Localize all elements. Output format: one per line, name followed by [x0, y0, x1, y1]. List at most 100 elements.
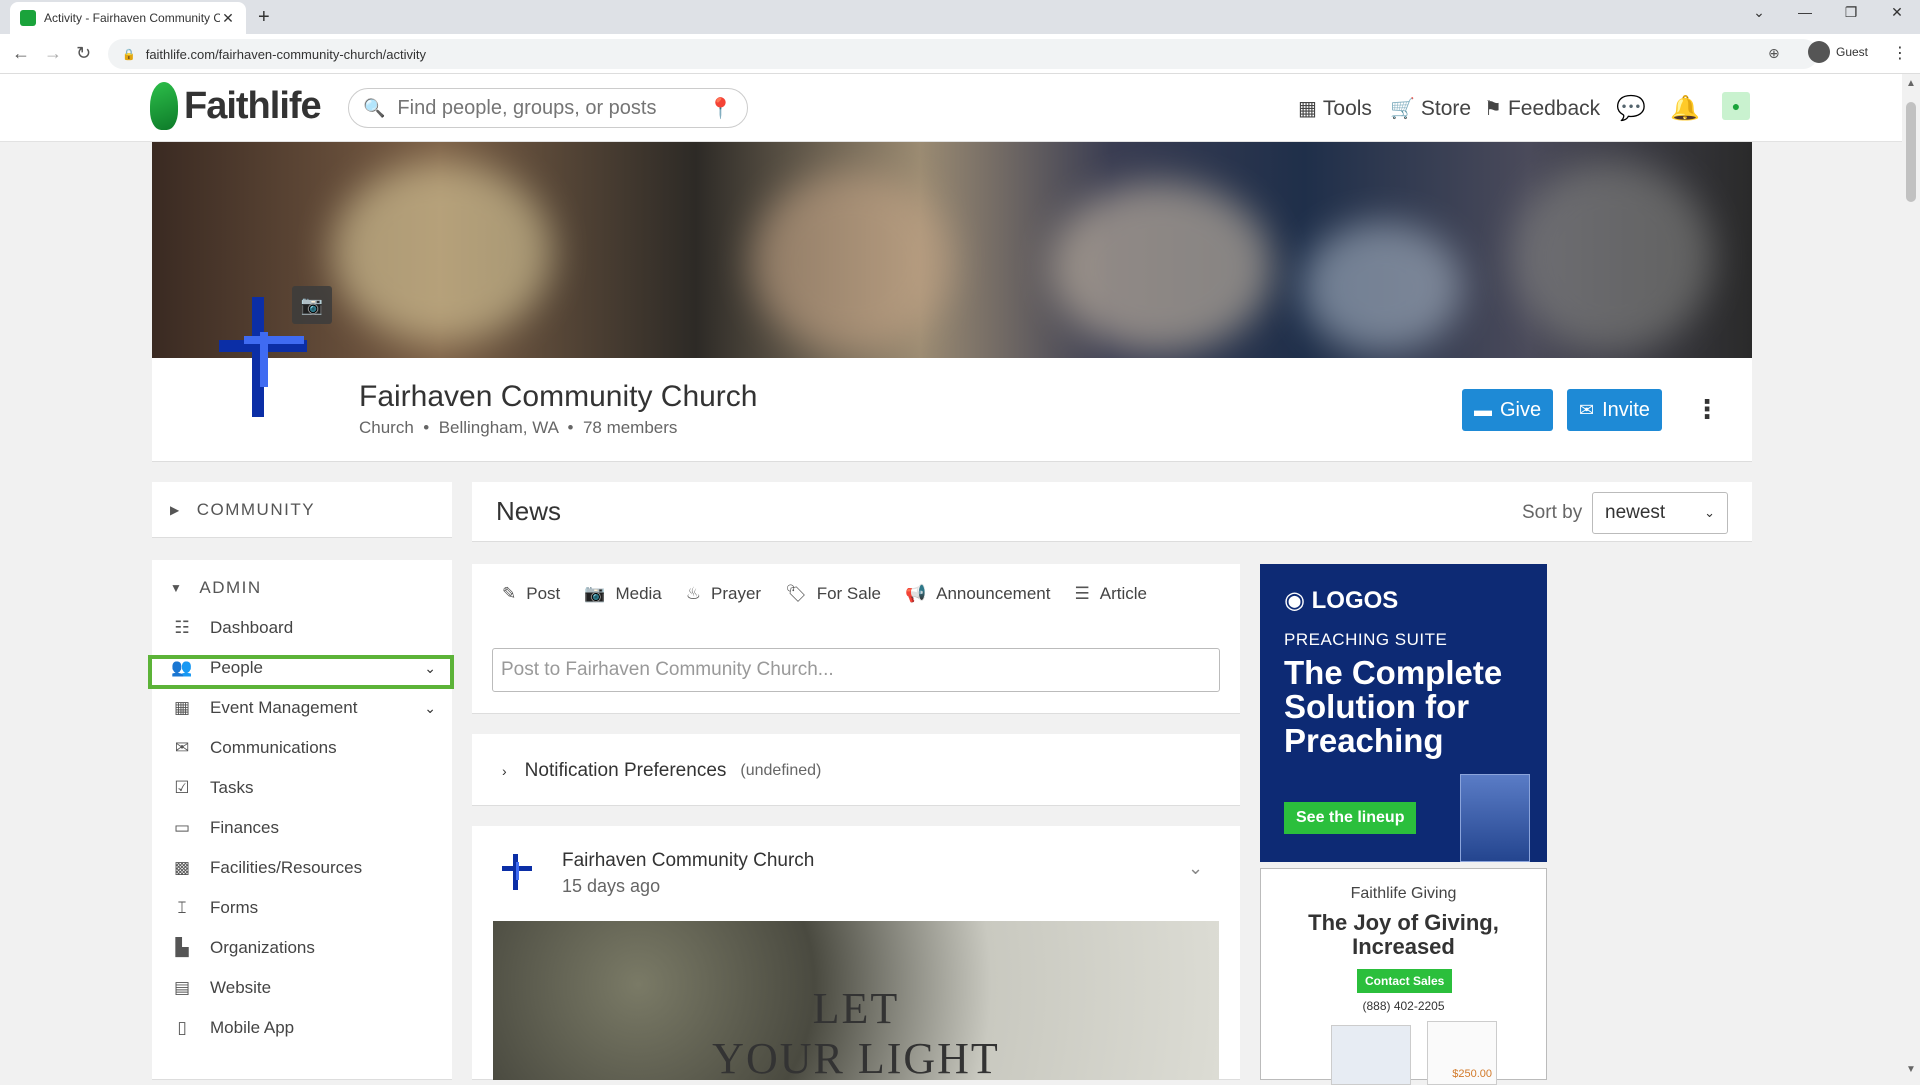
community-header[interactable]: ▶ COMMUNITY [170, 500, 315, 520]
search-box: 🔍 📍 [348, 88, 748, 128]
sidebar-item-forms[interactable]: 𝙸 Forms [152, 888, 452, 928]
post-composer-input[interactable]: Post to Fairhaven Community Church... [492, 648, 1220, 692]
post-type-label: Article [1099, 584, 1147, 603]
user-avatar[interactable]: ● [1722, 92, 1750, 120]
see-lineup-button[interactable]: See the lineup [1284, 802, 1417, 834]
tab-search-icon[interactable]: ⌄ [1736, 4, 1782, 21]
sidebar-item-dashboard[interactable]: ☷ Dashboard [152, 608, 452, 648]
scrollbar-thumb[interactable] [1906, 102, 1916, 202]
post-author[interactable]: Fairhaven Community Church [562, 850, 814, 872]
sidebar-item-label: Finances [210, 818, 279, 837]
reload-icon[interactable]: ↻ [76, 43, 91, 64]
change-cover-camera-icon[interactable]: 📷 [292, 286, 332, 324]
sidebar-item-label: Dashboard [210, 618, 294, 637]
more-options-icon[interactable]: ⋮ [1694, 394, 1720, 425]
notifications-bell-icon[interactable]: 🔔 [1670, 94, 1700, 123]
faithlife-logo[interactable]: Faithlife [150, 82, 322, 130]
invite-button[interactable]: ✉ Invite [1567, 389, 1662, 431]
sidebar-item-finances[interactable]: ▭ Finances [152, 808, 452, 848]
flag-icon: ⚑ [1484, 98, 1502, 120]
envelope-icon: ✉ [174, 738, 190, 757]
post-type-prayer[interactable]: ♨ Prayer [686, 584, 761, 604]
faithlife-giving-ad[interactable]: Faithlife Giving The Joy of Giving, Incr… [1260, 868, 1547, 1085]
post-type-post[interactable]: ✎ Post [502, 584, 560, 604]
notification-preferences-status: (undefined) [740, 762, 822, 779]
giving-amount: $250.00 [1452, 1068, 1492, 1080]
scroll-down-icon[interactable]: ▼ [1906, 1064, 1916, 1075]
contact-sales-button[interactable]: Contact Sales [1357, 969, 1453, 993]
browser-tab[interactable]: Activity - Fairhaven Community C ✕ [10, 2, 246, 34]
ad-headline: The Complete Solution for Preaching [1284, 654, 1503, 759]
community-section[interactable]: ▶ COMMUNITY [152, 482, 452, 538]
sidebar-item-label: Website [210, 978, 272, 997]
sidebar-item-tasks[interactable]: ☑ Tasks [152, 768, 452, 808]
logos-brand: ◉ LOGOS [1284, 587, 1399, 614]
nav-feedback-label: Feedback [1507, 96, 1601, 120]
url-field[interactable]: 🔒 faithlife.com/fairhaven-community-chur… [108, 39, 1818, 69]
sidebar-item-website[interactable]: ▤ Website [152, 968, 452, 1008]
church-meta: Church • Bellingham, WA • 78 members [359, 418, 677, 438]
building-grid-icon: ▩ [173, 858, 191, 877]
nav-tools[interactable]: ▦ Tools [1298, 96, 1372, 121]
give-label: Give [1500, 398, 1542, 421]
search-input[interactable] [397, 96, 709, 120]
nav-feedback[interactable]: ⚑ Feedback [1484, 96, 1600, 121]
sidebar-item-organizations[interactable]: ▙ Organizations [152, 928, 452, 968]
guest-avatar-icon [1808, 41, 1830, 63]
zoom-icon[interactable]: ⊕ [1768, 45, 1780, 62]
post-type-announcement[interactable]: 📢 Announcement [905, 584, 1051, 604]
messages-icon[interactable]: 💬 [1616, 94, 1646, 123]
community-label: COMMUNITY [196, 500, 316, 519]
location-pin-icon[interactable]: 📍 [708, 96, 733, 121]
give-button[interactable]: ▬ Give [1462, 389, 1554, 431]
sidebar-item-communications[interactable]: ✉ Communications [152, 728, 452, 768]
post-type-label: For Sale [816, 584, 881, 603]
url-text: faithlife.com/fairhaven-community-church… [145, 46, 427, 62]
restore-button[interactable]: ❐ [1828, 4, 1874, 21]
credit-card-icon: ▭ [173, 818, 191, 837]
chevron-down-icon[interactable]: ⌄ [424, 700, 436, 717]
admin-header[interactable]: ▼ ADMIN [170, 578, 262, 598]
sidebar-item-mobile-app[interactable]: ▯ Mobile App [152, 1008, 452, 1048]
forward-icon[interactable]: → [44, 43, 62, 64]
sidebar-item-label: Event Management [210, 698, 358, 717]
nav-tools-label: Tools [1322, 96, 1372, 120]
post-type-label: Prayer [711, 584, 762, 603]
sidebar-item-facilities-resources[interactable]: ▩ Facilities/Resources [152, 848, 452, 888]
tag-icon: 🏷 [785, 584, 807, 603]
sidebar-item-label: Forms [210, 898, 259, 917]
post-type-for-sale[interactable]: 🏷 For Sale [785, 584, 881, 604]
post-type-article[interactable]: ☰ Article [1074, 584, 1146, 604]
post-timestamp[interactable]: 15 days ago [562, 876, 660, 897]
post-author-avatar-icon[interactable] [500, 852, 534, 892]
page-scrollbar[interactable]: ▲ ▼ [1902, 74, 1920, 1080]
sidebar-item-label: Communications [210, 738, 337, 757]
logos-preaching-ad[interactable]: ◉ LOGOS PREACHING SUITE The Complete Sol… [1260, 564, 1547, 862]
member-count[interactable]: 78 members [583, 418, 677, 437]
notification-preferences-toggle[interactable]: › Notification Preferences (undefined) [502, 760, 821, 782]
sidebar-item-label: Facilities/Resources [210, 858, 363, 877]
nav-store[interactable]: 🛒 Store [1390, 96, 1471, 121]
news-title: News [496, 496, 562, 526]
church-location: Bellingham, WA [438, 418, 559, 437]
minimize-button[interactable]: — [1782, 4, 1828, 20]
sort-select[interactable]: newest ⌄ [1592, 492, 1728, 534]
close-tab-icon[interactable]: ✕ [220, 10, 236, 27]
logo-text: Faithlife [184, 84, 322, 127]
browser-menu-icon[interactable]: ⋮ [1892, 43, 1908, 63]
post-image[interactable]: LET YOUR LIGHT [493, 921, 1219, 1080]
lock-icon: 🔒 [122, 48, 136, 61]
giving-headline: The Joy of Giving, Increased [1308, 910, 1499, 959]
post-options-chevron-icon[interactable]: ⌄ [1188, 858, 1203, 879]
separator-dot: • [562, 418, 579, 437]
back-icon[interactable]: ← [12, 43, 30, 64]
scroll-up-icon[interactable]: ▲ [1906, 78, 1916, 89]
post-type-media[interactable]: 📷 Media [584, 584, 661, 604]
profile-button[interactable]: Guest [1808, 41, 1868, 63]
sidebar-item-event-management[interactable]: ▦ Event Management ⌄ [152, 688, 452, 728]
grid-icon: ▦ [1298, 98, 1317, 120]
close-window-button[interactable]: ✕ [1874, 4, 1920, 21]
new-tab-button[interactable]: + [258, 6, 270, 29]
flame-icon: ♨ [685, 584, 702, 603]
post-type-label: Announcement [936, 584, 1051, 603]
